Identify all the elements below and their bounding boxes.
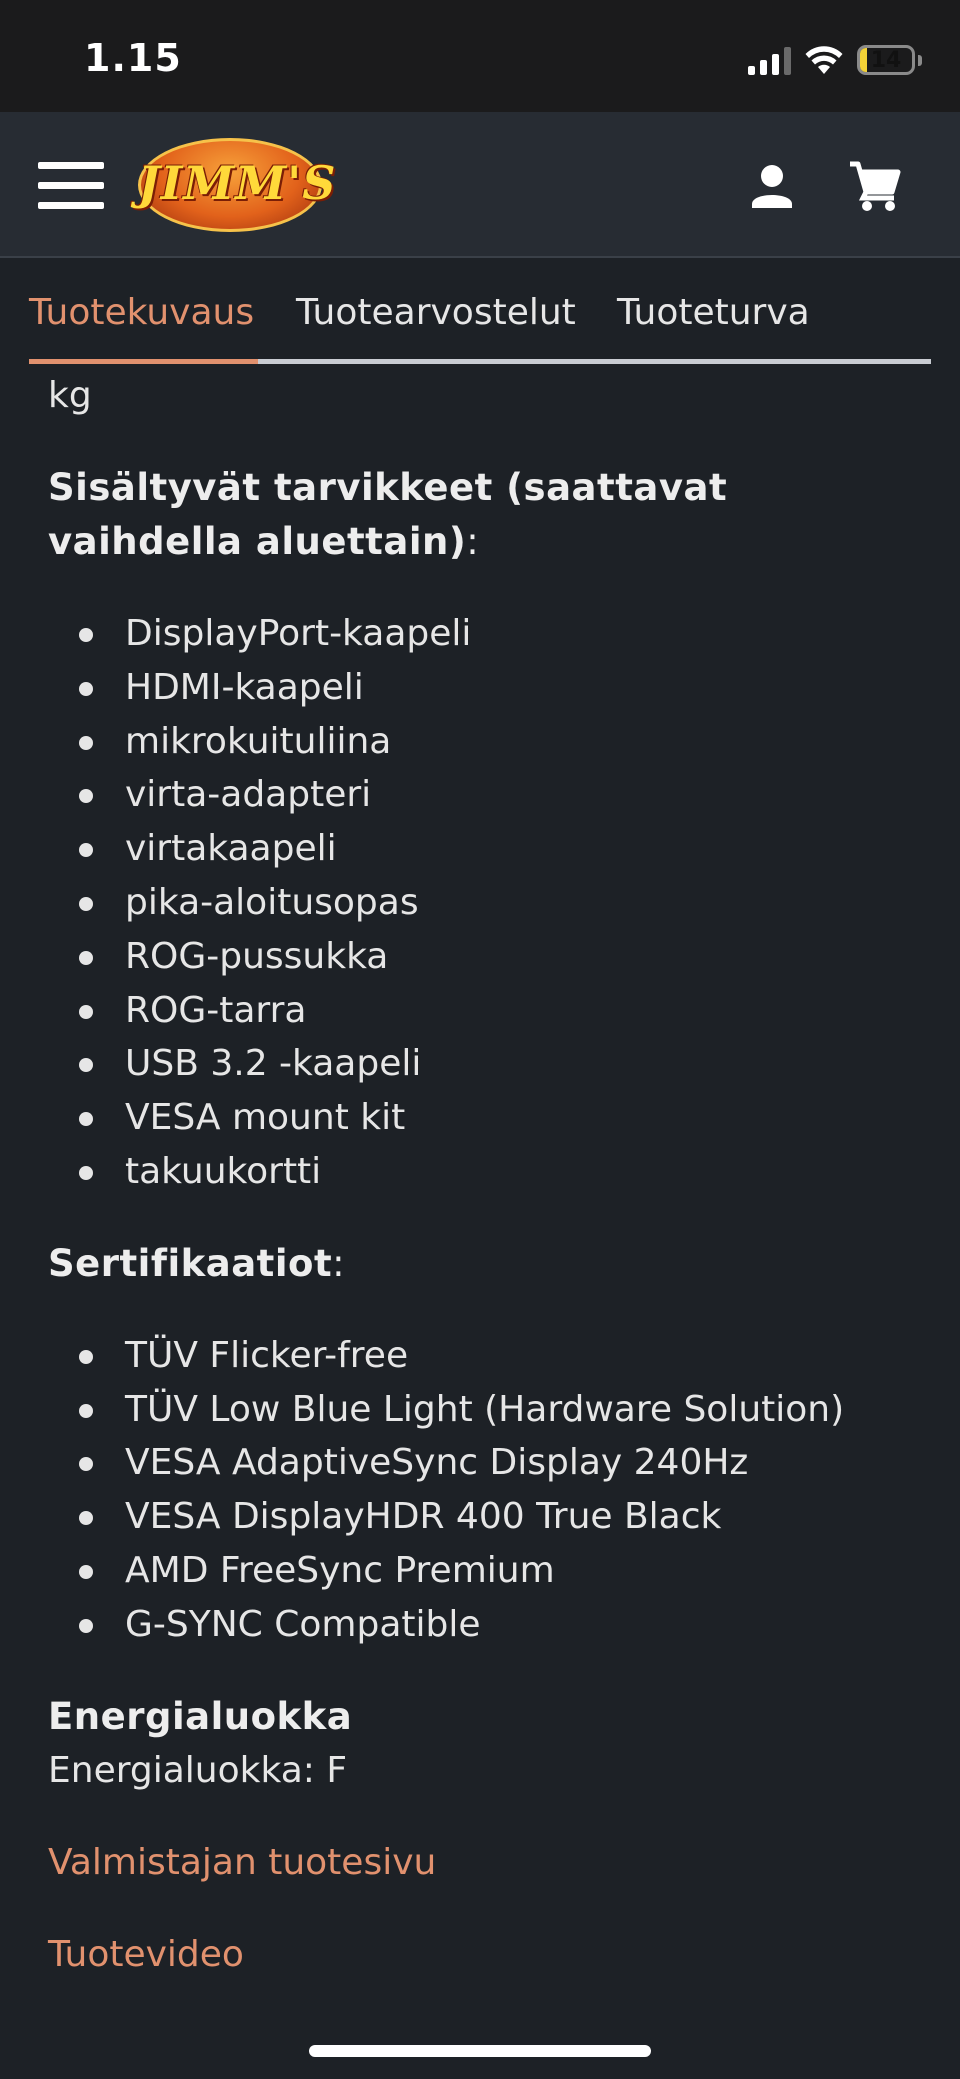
list-item: virta-adapteri bbox=[48, 768, 918, 822]
list-item: VESA mount kit bbox=[48, 1091, 918, 1145]
logo-text: JIMM'S bbox=[138, 156, 337, 210]
list-item: HDMI-kaapeli bbox=[48, 661, 918, 715]
screen: 1.15 14 JIMM'S Tuotekuvaus Tuotearvostel… bbox=[0, 0, 960, 2079]
list-item: ROG-pussukka bbox=[48, 930, 918, 984]
cellular-signal-icon bbox=[748, 45, 791, 75]
status-bar: 1.15 14 bbox=[0, 0, 960, 112]
accessories-heading-text: Sisältyvät tarvikkeet (saattavat vaihdel… bbox=[48, 466, 728, 563]
heading-colon: : bbox=[332, 1241, 346, 1285]
user-icon[interactable] bbox=[744, 158, 800, 214]
list-item: G-SYNC Compatible bbox=[48, 1598, 918, 1652]
list-item: mikrokuituliina bbox=[48, 715, 918, 769]
product-description: kg Sisältyvät tarvikkeet (saattavat vaih… bbox=[48, 368, 918, 1982]
list-item: VESA AdaptiveSync Display 240Hz bbox=[48, 1436, 918, 1490]
tab-tuoteturva[interactable]: Tuoteturva bbox=[617, 292, 810, 333]
certifications-heading-text: Sertifikaatiot bbox=[48, 1241, 333, 1285]
wifi-icon bbox=[805, 46, 843, 74]
cart-icon[interactable] bbox=[846, 158, 902, 214]
energy-class-value: Energialuokka: F bbox=[48, 1749, 348, 1791]
list-item: TÜV Low Blue Light (Hardware Solution) bbox=[48, 1383, 918, 1437]
product-video-link[interactable]: Tuotevideo bbox=[48, 1928, 918, 1982]
product-tabs: Tuotekuvaus Tuotearvostelut Tuoteturva bbox=[29, 282, 931, 364]
battery-level: 14 bbox=[870, 47, 902, 73]
home-indicator[interactable] bbox=[309, 2045, 651, 2057]
battery-tip bbox=[918, 54, 922, 66]
list-item: takuukortti bbox=[48, 1145, 918, 1199]
tab-tuotearvostelut[interactable]: Tuotearvostelut bbox=[296, 292, 576, 333]
list-item: AMD FreeSync Premium bbox=[48, 1544, 918, 1598]
jimms-logo[interactable]: JIMM'S bbox=[138, 138, 337, 232]
hamburger-menu-icon[interactable] bbox=[38, 162, 104, 210]
list-item: USB 3.2 -kaapeli bbox=[48, 1037, 918, 1091]
tab-tuotekuvaus[interactable]: Tuotekuvaus bbox=[29, 292, 254, 333]
heading-colon: : bbox=[466, 520, 480, 563]
site-header: JIMM'S bbox=[0, 112, 960, 258]
list-item: TÜV Flicker-free bbox=[48, 1329, 918, 1383]
list-item: pika-aloitusopas bbox=[48, 876, 918, 930]
status-indicators: 14 bbox=[748, 40, 922, 80]
active-tab-indicator bbox=[29, 359, 258, 364]
list-item: VESA DisplayHDR 400 True Black bbox=[48, 1490, 918, 1544]
manufacturer-page-link[interactable]: Valmistajan tuotesivu bbox=[48, 1836, 918, 1890]
list-item: ROG-tarra bbox=[48, 984, 918, 1038]
certifications-list: TÜV Flicker-free TÜV Low Blue Light (Har… bbox=[48, 1329, 918, 1652]
accessories-list: DisplayPort-kaapeli HDMI-kaapeli mikroku… bbox=[48, 607, 918, 1199]
list-item: virtakaapeli bbox=[48, 822, 918, 876]
status-time: 1.15 bbox=[84, 36, 182, 80]
list-item: DisplayPort-kaapeli bbox=[48, 607, 918, 661]
energy-class-heading: Energialuokka bbox=[48, 1694, 353, 1738]
truncated-text: kg bbox=[48, 375, 92, 416]
accessories-heading: Sisältyvät tarvikkeet (saattavat vaihdel… bbox=[48, 461, 918, 569]
certifications-heading: Sertifikaatiot: bbox=[48, 1237, 918, 1291]
battery-icon: 14 bbox=[857, 45, 915, 75]
